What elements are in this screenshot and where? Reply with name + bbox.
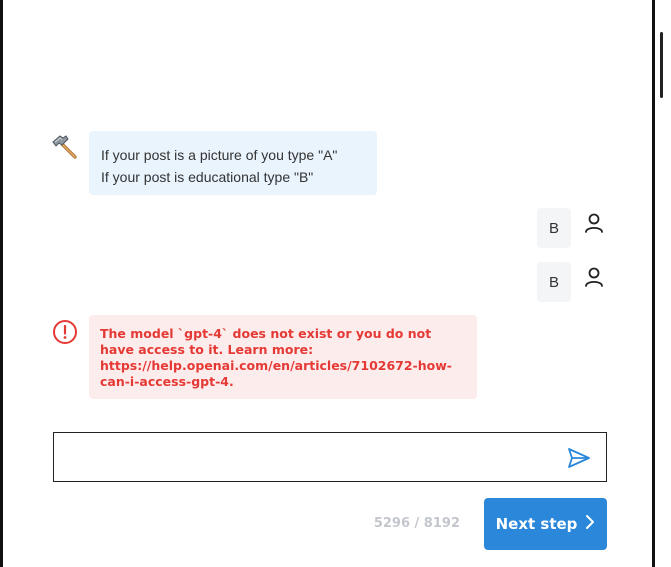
user-message-bubble: B bbox=[537, 262, 571, 302]
user-message-text: B bbox=[548, 219, 559, 237]
error-message-text: The model `gpt-4` does not exist or you … bbox=[100, 326, 452, 389]
error-message-bubble: The model `gpt-4` does not exist or you … bbox=[89, 315, 477, 399]
message-input-box[interactable] bbox=[53, 432, 607, 482]
alert-circle-icon bbox=[52, 319, 78, 345]
hammer-icon bbox=[50, 133, 80, 163]
scrollbar[interactable] bbox=[657, 0, 671, 567]
bot-message-line: If your post is educational type "B" bbox=[101, 169, 314, 185]
bot-message-bubble: If your post is a picture of you type "A… bbox=[89, 131, 377, 195]
user-message-text: B bbox=[548, 273, 559, 291]
scrollbar-thumb[interactable] bbox=[660, 32, 663, 98]
token-counter: 5296 / 8192 bbox=[373, 516, 460, 531]
send-icon[interactable] bbox=[567, 447, 591, 469]
next-step-label: Next step bbox=[495, 515, 578, 533]
user-message-bubble: B bbox=[537, 208, 571, 248]
next-step-button[interactable]: Next step bbox=[484, 498, 607, 550]
chevron-right-icon bbox=[585, 514, 595, 534]
user-icon bbox=[583, 266, 605, 288]
message-input[interactable] bbox=[62, 441, 556, 475]
user-icon bbox=[583, 212, 605, 234]
bot-message-line: If your post is a picture of you type "A… bbox=[101, 147, 338, 163]
